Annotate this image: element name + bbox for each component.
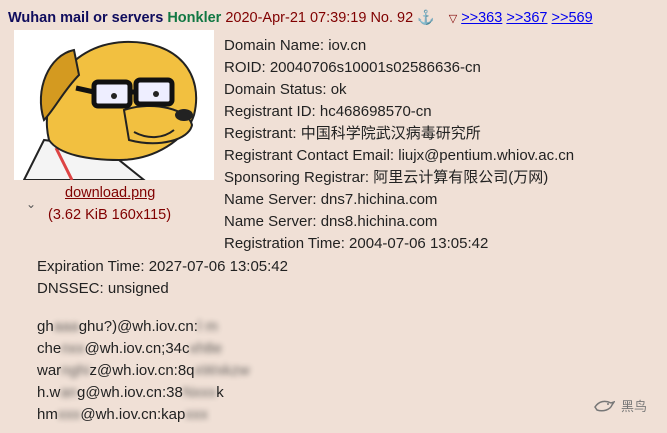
bird-icon <box>594 400 615 412</box>
cartoon-dog-thumbnail <box>14 30 214 181</box>
redacted-text: xWxkzw <box>194 362 250 379</box>
email-line: h.wang@wh.iov.cn:38Nxxxk <box>37 382 250 404</box>
email-fragment: k <box>216 384 224 401</box>
chevron-down-icon[interactable]: ⌄ <box>26 197 36 211</box>
email-line: warnghiz@wh.iov.cn:8qxWxkzw <box>37 360 250 382</box>
watermark-text: 黑鸟 <box>620 399 647 414</box>
post-datetime: 2020-Apr-21 07:39:19 <box>225 10 367 26</box>
redacted-text: aaa <box>53 318 79 335</box>
redacted-text: an <box>60 384 78 401</box>
email-fragment: gh <box>37 318 54 335</box>
redacted-text: nghi <box>61 362 90 379</box>
email-fragment: @wh.iov.cn;34c <box>84 340 190 357</box>
backlink-569[interactable]: >>569 <box>552 10 593 26</box>
whois-line: Sponsoring Registrar: 阿里云计算有限公司(万网) <box>224 169 549 186</box>
email-fragment: h.w <box>37 384 61 401</box>
whois-line: Registrant: 中国科学院武汉病毒研究所 <box>224 125 481 142</box>
email-line: hmxxx@wh.iov.cn:kapxxx <box>37 404 250 426</box>
whois-line: Name Server: dns8.hichina.com <box>224 213 438 230</box>
post-number[interactable]: No. 92 <box>370 10 413 26</box>
backlink-367[interactable]: >>367 <box>506 10 547 26</box>
whois-line: Domain Status: ok <box>224 81 347 98</box>
whois-line: Registrant ID: hc468698570-cn <box>224 103 432 120</box>
post-message-bottom: Expiration Time: 2027-07-06 13:05:42 DNS… <box>37 256 288 300</box>
email-fragment: war <box>37 362 62 379</box>
redacted-text: xxx <box>57 406 81 423</box>
email-fragment: ghu?)@wh.iov.cn: <box>78 318 198 335</box>
email-fragment: che <box>37 340 62 357</box>
watermark: 黑鸟 <box>593 396 647 415</box>
whois-line: Registrant Contact Email: liujx@pentium.… <box>224 147 575 164</box>
redacted-text: Nxxx <box>182 384 217 401</box>
post-message-top: Domain Name: iov.cn ROID: 20040706s10001… <box>224 35 574 255</box>
file-meta: (3.62 KiB 160x115) <box>48 207 172 223</box>
email-fragment: g@wh.iov.cn:38 <box>77 384 183 401</box>
email-line: chenxx@wh.iov.cn;34cxh8e <box>37 338 250 360</box>
whois-line: DNSSEC: unsigned <box>37 280 169 297</box>
whois-line: Name Server: dns7.hichina.com <box>224 191 438 208</box>
whois-line: Domain Name: iov.cn <box>224 37 367 54</box>
whois-line: Registration Time: 2004-07-06 13:05:42 <box>224 235 489 252</box>
redacted-text: xxx <box>185 406 208 423</box>
chevron-down-icon[interactable]: ▽ <box>449 13 457 25</box>
email-fragment: @wh.iov.cn:kap <box>80 406 186 423</box>
poster-name[interactable]: Honkler <box>167 10 221 26</box>
redacted-text: l m <box>197 318 218 335</box>
post-subject: Wuhan mail or servers <box>8 10 164 26</box>
post-header: Wuhan mail or servers Honkler 2020-Apr-2… <box>8 6 664 28</box>
redacted-text: nxx <box>61 340 85 357</box>
email-fragment: z@wh.iov.cn:8q <box>89 362 195 379</box>
file-name-link[interactable]: download.png <box>65 185 155 201</box>
email-list: ghaaaghu?)@wh.iov.cn:l m chenxx@wh.iov.c… <box>37 316 250 426</box>
backlink-363[interactable]: >>363 <box>461 10 502 26</box>
email-fragment: hm <box>37 406 58 423</box>
whois-line: Expiration Time: 2027-07-06 13:05:42 <box>37 258 288 275</box>
whois-line: ROID: 20040706s10001s02586636-cn <box>224 59 481 76</box>
post-image-thumbnail[interactable] <box>14 30 214 181</box>
anchor-icon: ⚓ <box>417 9 435 25</box>
email-line: ghaaaghu?)@wh.iov.cn:l m <box>37 316 250 338</box>
redacted-text: xh8e <box>189 340 223 357</box>
